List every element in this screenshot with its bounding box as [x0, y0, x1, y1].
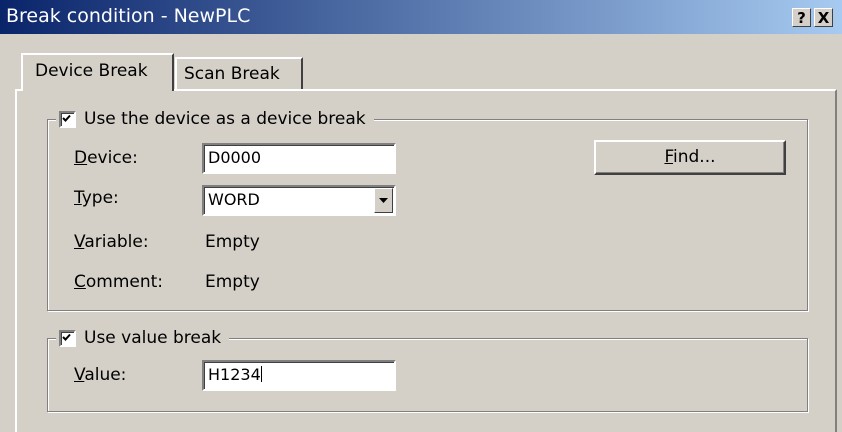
value-break-legend: Use value break: [56, 326, 230, 350]
device-break-checkbox-label: Use the device as a device break: [84, 109, 366, 129]
device-input[interactable]: D0000: [202, 143, 396, 174]
tab-scan-break[interactable]: Scan Break: [175, 57, 303, 89]
type-select[interactable]: WORD: [202, 185, 396, 216]
text-caret: [260, 366, 262, 382]
checkmark-icon: [62, 333, 71, 341]
tab-device-break[interactable]: Device Break: [21, 53, 174, 91]
comment-label: Comment:: [74, 272, 164, 292]
dropdown-arrow-button[interactable]: [374, 188, 393, 213]
chevron-down-icon: [379, 198, 388, 203]
close-button[interactable]: X: [814, 8, 833, 27]
comment-value: Empty: [205, 272, 260, 292]
value-input[interactable]: H1234: [202, 360, 396, 391]
variable-label: Variable:: [74, 232, 149, 252]
help-button[interactable]: ?: [792, 8, 811, 27]
break-condition-dialog: Break condition - NewPLC ? X Device Brea…: [0, 0, 842, 432]
title-bar[interactable]: Break condition - NewPLC ? X: [0, 0, 842, 34]
variable-value: Empty: [205, 232, 260, 252]
type-label: Type:: [74, 188, 119, 208]
find-button[interactable]: Find...: [594, 140, 786, 175]
value-break-checkbox[interactable]: [59, 329, 76, 347]
device-break-checkbox[interactable]: [59, 110, 76, 128]
window-title: Break condition - NewPLC: [6, 5, 251, 27]
value-label: Value:: [74, 365, 127, 385]
value-break-checkbox-label: Use value break: [84, 328, 222, 348]
checkmark-icon: [62, 114, 71, 122]
device-label: Device:: [74, 148, 138, 168]
type-selected-value: WORD: [208, 190, 260, 209]
device-break-legend: Use the device as a device break: [56, 107, 374, 131]
